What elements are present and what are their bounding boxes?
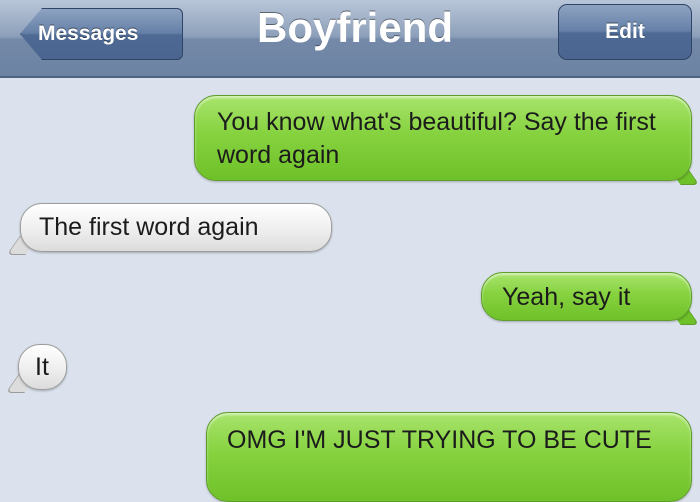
message-text: You know what's beautiful? Say the first…	[217, 108, 656, 169]
message-text: The first word again	[39, 213, 259, 241]
message-text: OMG I'M JUST TRYING TO BE CUTE	[227, 426, 652, 454]
received-message-bubble[interactable]: It	[18, 344, 67, 390]
sent-message-bubble[interactable]: You know what's beautiful? Say the first…	[194, 95, 692, 181]
edit-button-label: Edit	[605, 20, 645, 43]
message-text: Yeah, say it	[502, 283, 631, 311]
navigation-bar: Messages Boyfriend Edit	[0, 0, 700, 78]
conversation-title: Boyfriend	[256, 4, 453, 51]
sent-message-bubble[interactable]: OMG I'M JUST TRYING TO BE CUTE	[206, 412, 692, 502]
back-button-label: Messages	[38, 22, 139, 45]
received-message-bubble[interactable]: The first word again	[20, 203, 332, 252]
back-to-messages-button[interactable]: Messages	[20, 8, 183, 60]
sent-message-bubble[interactable]: Yeah, say it	[481, 272, 692, 321]
edit-button[interactable]: Edit	[558, 4, 692, 60]
message-text: It	[35, 353, 49, 381]
